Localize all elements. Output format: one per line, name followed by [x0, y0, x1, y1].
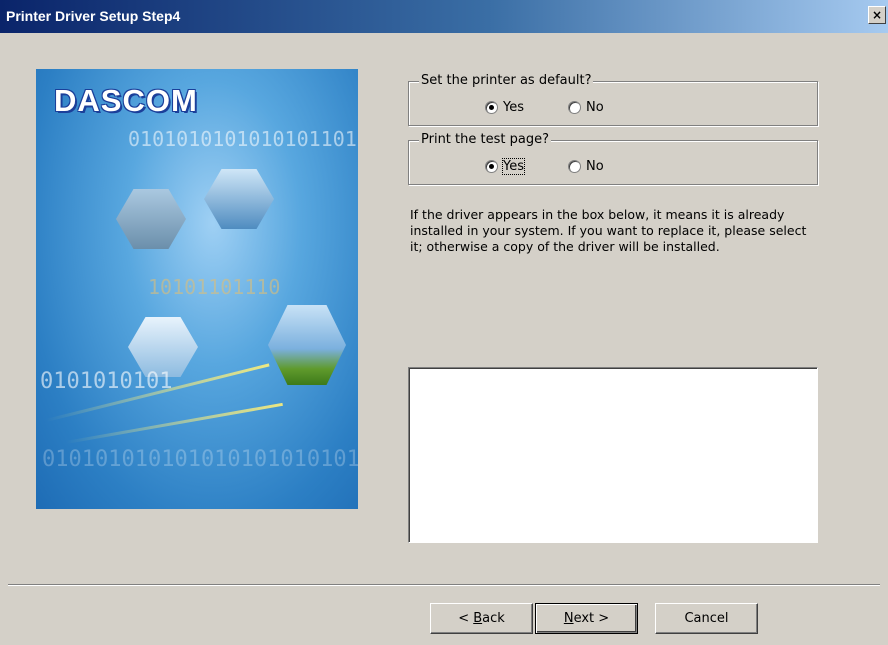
back-mnemonic: B — [473, 611, 483, 626]
radio-label: No — [586, 100, 604, 115]
default-no-radio[interactable]: No — [568, 100, 604, 115]
button-divider — [8, 584, 880, 586]
radio-unchecked-icon — [568, 101, 581, 114]
cancel-button[interactable]: Cancel — [655, 603, 758, 634]
installed-driver-list[interactable] — [408, 367, 818, 543]
test-page-no-radio[interactable]: No — [568, 159, 604, 174]
radio-unchecked-icon — [568, 160, 581, 173]
radio-checked-icon — [485, 101, 498, 114]
back-prefix: < — [458, 611, 474, 626]
printer-tile — [116, 189, 186, 249]
cancel-label: Cancel — [684, 611, 729, 626]
window-title: Printer Driver Setup Step4 — [6, 8, 181, 24]
setup-dialog: Printer Driver Setup Step4 × 01010101010… — [0, 0, 888, 645]
binary-text: 0101010101 — [40, 369, 173, 394]
radio-checked-icon — [485, 160, 498, 173]
dascom-logo: DASCOM — [54, 83, 198, 118]
test-page-legend: Print the test page? — [419, 132, 551, 147]
back-rest: ack — [482, 611, 505, 626]
test-page-group: Print the test page? Yes No — [408, 132, 818, 185]
radio-label: No — [586, 159, 604, 174]
title-bar[interactable]: Printer Driver Setup Step4 × — [0, 0, 888, 33]
binary-text: 0101010101010101010101010101 — [42, 447, 358, 472]
building-tile — [268, 305, 346, 385]
back-button[interactable]: < Back — [430, 603, 533, 634]
dascom-banner-image: 01010101010101011010111010 10101101110 0… — [36, 69, 358, 509]
binary-text: 01010101010101011010111010 — [128, 127, 358, 151]
driver-info-text: If the driver appears in the box below, … — [410, 207, 807, 254]
binary-text: 10101101110 — [148, 275, 281, 299]
default-yes-radio[interactable]: Yes — [485, 100, 524, 115]
test-page-yes-radio[interactable]: Yes — [485, 158, 525, 175]
close-icon: × — [871, 8, 883, 22]
business-people-tile — [204, 169, 274, 229]
radio-label: Yes — [503, 100, 524, 115]
default-printer-legend: Set the printer as default? — [419, 73, 594, 88]
close-button[interactable]: × — [868, 6, 886, 24]
next-button[interactable]: Next > — [535, 603, 638, 634]
next-mnemonic: N — [563, 611, 574, 626]
radio-label: Yes — [502, 158, 525, 175]
airplane-tile — [128, 317, 198, 377]
next-rest: ext > — [573, 611, 610, 626]
default-printer-group: Set the printer as default? Yes No — [408, 73, 818, 126]
